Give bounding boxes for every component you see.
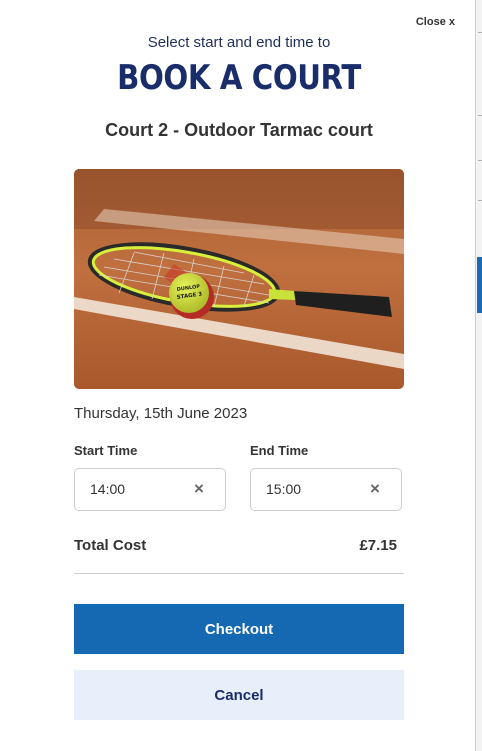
background-divider: [478, 32, 482, 33]
divider: [74, 573, 404, 574]
start-time-field: ×: [74, 468, 226, 511]
background-divider: [478, 200, 482, 201]
clear-end-time-icon[interactable]: ×: [368, 480, 382, 497]
clear-start-time-icon[interactable]: ×: [192, 480, 206, 497]
end-time-field: ×: [250, 468, 402, 511]
modal-subtitle: Select start and end time to: [147, 34, 331, 51]
court-image: DUNLOP STAGE 3: [74, 169, 404, 389]
background-accent: [477, 257, 482, 313]
background-divider: [478, 115, 482, 116]
modal-title: BOOK A COURT: [117, 58, 361, 98]
total-cost-value: £7.15: [359, 537, 397, 554]
start-time-input[interactable]: [90, 481, 180, 497]
start-time-label: Start Time: [74, 443, 138, 458]
close-button[interactable]: Close x: [416, 16, 455, 28]
booking-modal: Close x Select start and end time to BOO…: [0, 0, 475, 751]
end-time-input[interactable]: [266, 481, 356, 497]
background-page-edge: [475, 0, 482, 751]
checkout-button[interactable]: Checkout: [74, 604, 404, 654]
cancel-button[interactable]: Cancel: [74, 670, 404, 720]
booking-date: Thursday, 15th June 2023: [74, 405, 248, 422]
end-time-label: End Time: [250, 443, 309, 458]
total-cost-label: Total Cost: [74, 537, 147, 554]
court-name: Court 2 - Outdoor Tarmac court: [105, 120, 373, 140]
background-divider: [478, 160, 482, 161]
